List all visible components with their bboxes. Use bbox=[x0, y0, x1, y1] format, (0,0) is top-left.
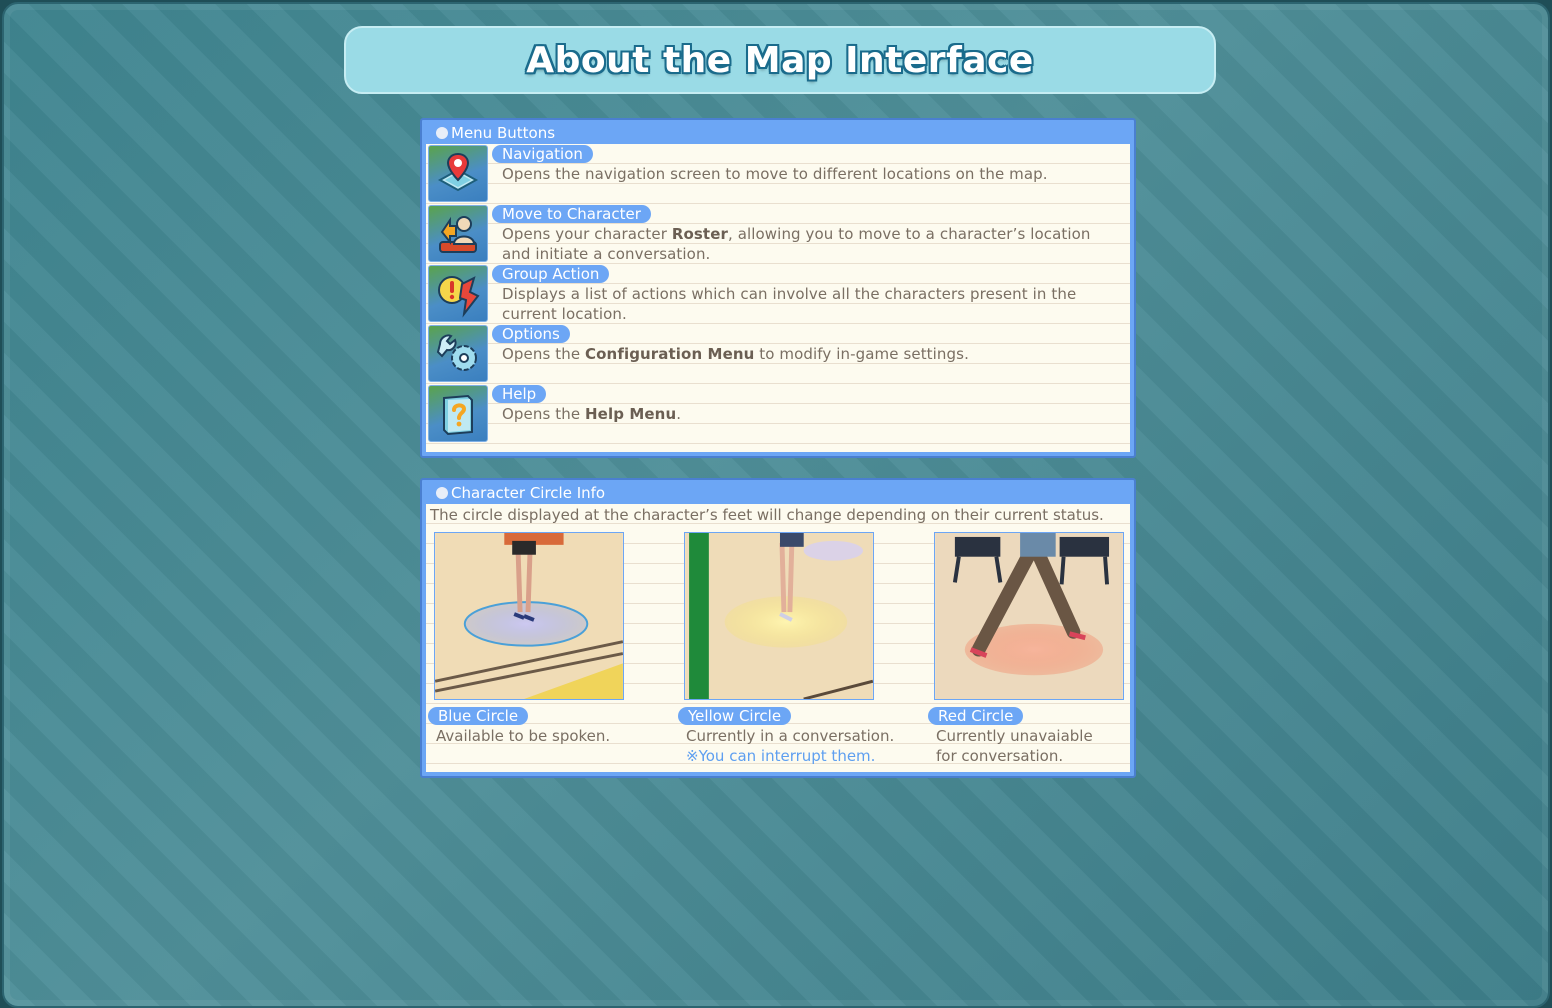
yellow-circle-description: Currently in a conversation. ※You can in… bbox=[686, 726, 918, 766]
options-label: Options bbox=[492, 325, 570, 343]
options-description: Opens the Configuration Menu to modify i… bbox=[502, 345, 969, 363]
menu-row-navigation: Navigation Opens the navigation screen t… bbox=[426, 144, 1130, 204]
move-to-character-description: Opens your character Roster, allowing yo… bbox=[502, 225, 1091, 263]
group-action-description: Displays a list of actions which can inv… bbox=[502, 285, 1077, 323]
yellow-circle-column: Yellow Circle Currently in a conversatio… bbox=[678, 532, 918, 772]
navigation-label: Navigation bbox=[492, 145, 593, 163]
character-move-icon bbox=[428, 205, 488, 262]
character-circle-header: Character Circle Info bbox=[422, 480, 1134, 504]
title-bar: About the Map Interface bbox=[344, 26, 1216, 94]
circle-intro-text: The circle displayed at the character’s … bbox=[430, 506, 1104, 524]
character-circle-body: The circle displayed at the character’s … bbox=[426, 504, 1130, 772]
yellow-circle-label: Yellow Circle bbox=[678, 707, 792, 725]
navigation-description: Opens the navigation screen to move to d… bbox=[502, 165, 1048, 183]
blue-circle-image bbox=[434, 532, 624, 700]
menu-row-move-to-character: Move to Character Opens your character R… bbox=[426, 204, 1130, 264]
help-label: Help bbox=[492, 385, 547, 403]
help-screen-frame: About the Map Interface Menu Buttons Nav… bbox=[2, 2, 1550, 1008]
wrench-gear-icon bbox=[428, 325, 488, 382]
menu-row-group-action: Group Action Displays a list of actions … bbox=[426, 264, 1130, 324]
yellow-circle-image bbox=[684, 532, 874, 700]
blue-circle-label: Blue Circle bbox=[428, 707, 529, 725]
help-book-icon bbox=[428, 385, 488, 442]
help-description: Opens the Help Menu. bbox=[502, 405, 682, 423]
menu-row-options: Options Opens the Configuration Menu to … bbox=[426, 324, 1130, 384]
map-pin-icon bbox=[428, 145, 488, 202]
menu-buttons-body: Navigation Opens the navigation screen t… bbox=[426, 144, 1130, 452]
menu-buttons-header: Menu Buttons bbox=[422, 120, 1134, 144]
bullet-icon bbox=[436, 127, 448, 139]
menu-row-help: Help Opens the Help Menu. bbox=[426, 384, 1130, 444]
interrupt-note: ※You can interrupt them. bbox=[686, 747, 876, 765]
page-title: About the Map Interface bbox=[526, 39, 1034, 81]
bullet-icon bbox=[436, 487, 448, 499]
red-circle-column: Red Circle Currently unavaiable for conv… bbox=[928, 532, 1168, 772]
character-circle-panel: Character Circle Info The circle display… bbox=[420, 478, 1136, 778]
group-action-label: Group Action bbox=[492, 265, 610, 283]
group-action-icon bbox=[428, 265, 488, 322]
blue-circle-description: Available to be spoken. bbox=[436, 727, 611, 745]
blue-circle-column: Blue Circle Available to be spoken. bbox=[428, 532, 668, 772]
move-to-character-label: Move to Character bbox=[492, 205, 651, 223]
red-circle-image bbox=[934, 532, 1124, 700]
menu-buttons-panel: Menu Buttons Navigation Opens the naviga… bbox=[420, 118, 1136, 458]
red-circle-label: Red Circle bbox=[928, 707, 1024, 725]
red-circle-description: Currently unavaiable for conversation. bbox=[936, 727, 1093, 765]
